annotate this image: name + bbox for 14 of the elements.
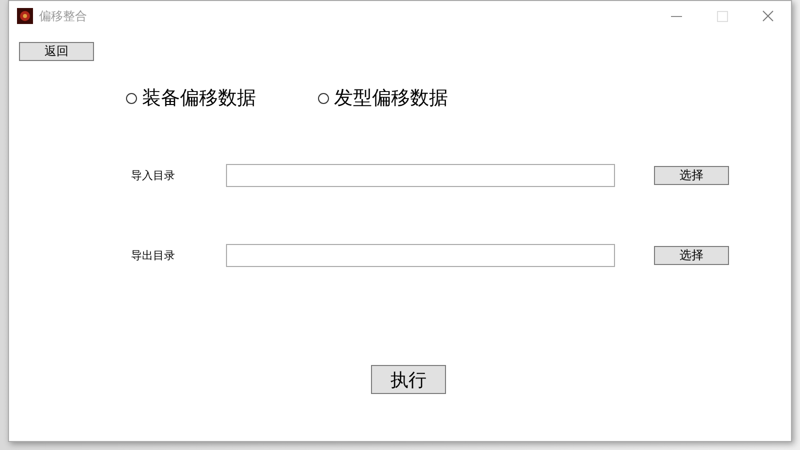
- maximize-icon: [716, 10, 728, 22]
- close-icon: [762, 10, 774, 22]
- field-label: 导出目录: [131, 248, 176, 263]
- radio-option[interactable]: 发型偏移数据: [318, 85, 510, 111]
- choose-button[interactable]: 选择: [654, 166, 729, 185]
- choose-button[interactable]: 选择: [654, 246, 729, 265]
- app-icon: [17, 8, 33, 24]
- field-label: 导入目录: [131, 168, 176, 183]
- directory-field[interactable]: [226, 164, 615, 187]
- radio-option[interactable]: 装备偏移数据: [126, 85, 318, 111]
- directory-field[interactable]: [226, 244, 615, 267]
- back-button[interactable]: 返回: [19, 42, 94, 61]
- run-button[interactable]: 执行: [371, 365, 446, 394]
- window-title: 偏移整合: [39, 8, 88, 24]
